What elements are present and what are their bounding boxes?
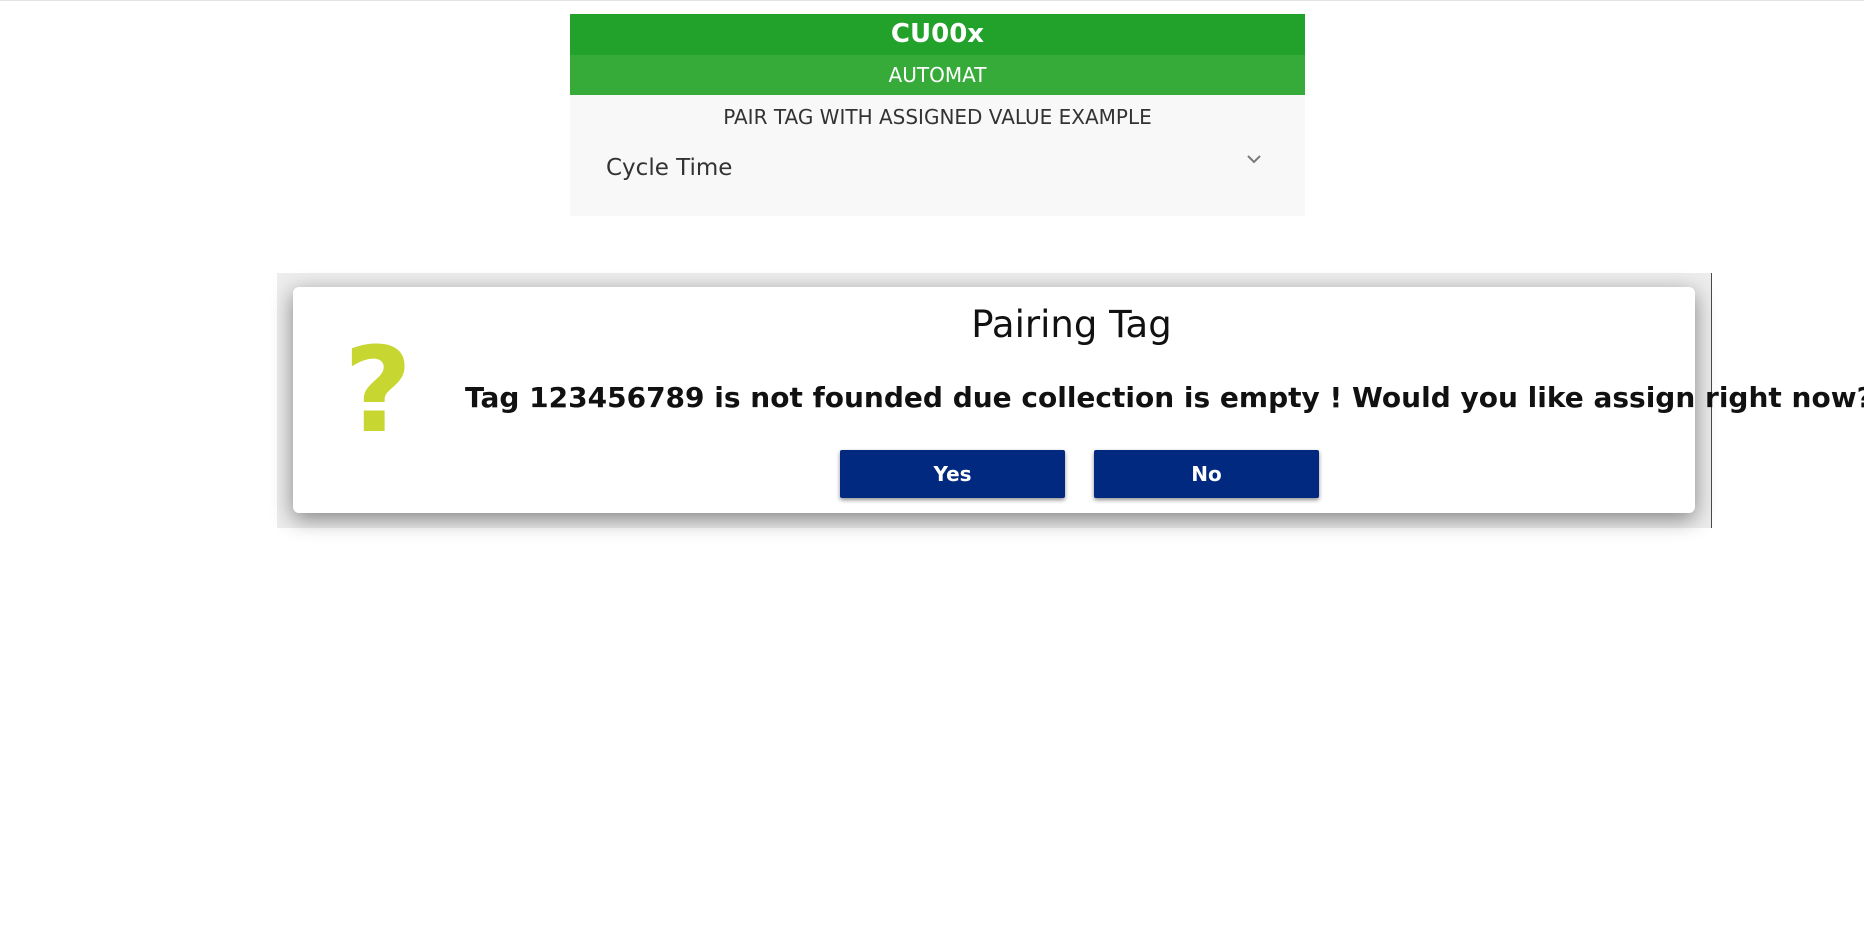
panel-subtitle: PAIR TAG WITH ASSIGNED VALUE EXAMPLE [723, 105, 1152, 129]
yes-button[interactable]: Yes [840, 450, 1065, 498]
device-panel: CU00x AUTOMAT PAIR TAG WITH ASSIGNED VAL… [570, 14, 1305, 216]
question-icon: ? [343, 321, 413, 459]
chevron-down-icon[interactable] [1246, 151, 1262, 167]
no-button[interactable]: No [1094, 450, 1319, 498]
tag-value-dropdown[interactable]: Cycle Time [570, 139, 1305, 199]
device-title: CU00x [570, 14, 1305, 55]
dialog-title: Pairing Tag [971, 303, 1172, 346]
dialog-message: Tag 123456789 is not founded due collect… [465, 381, 1864, 414]
pairing-dialog: ? Pairing Tag Tag 123456789 is not found… [293, 287, 1864, 513]
dialog-overlay: ? Pairing Tag Tag 123456789 is not found… [277, 273, 1864, 528]
top-divider [0, 0, 1864, 1]
dropdown-selected-value: Cycle Time [606, 155, 733, 181]
mode-banner: AUTOMAT [570, 55, 1305, 95]
